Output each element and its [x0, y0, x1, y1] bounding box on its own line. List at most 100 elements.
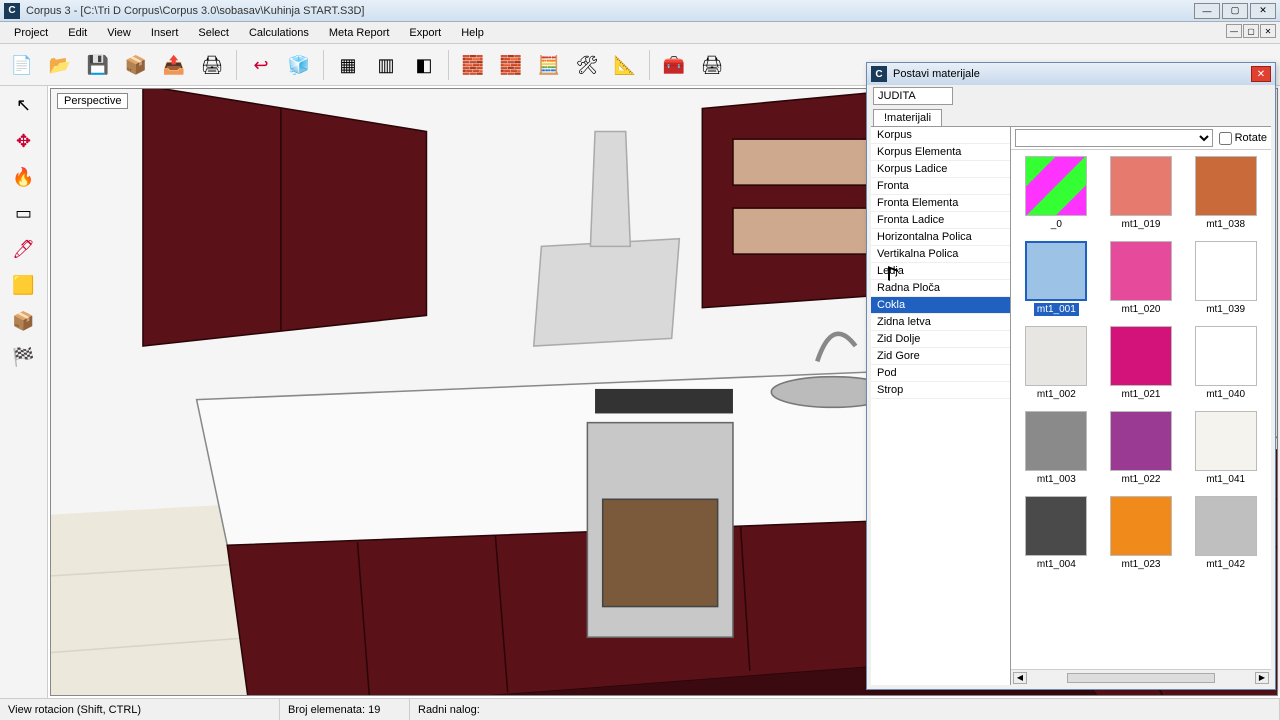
toolbar-view1-icon[interactable]: ▦: [332, 49, 364, 81]
material-filter-select[interactable]: [1015, 129, 1213, 147]
viewport-label[interactable]: Perspective: [57, 93, 128, 109]
tab-materials[interactable]: !materijali: [873, 109, 942, 126]
swatch-label: mt1_040: [1203, 388, 1248, 401]
toolbar-box2-icon[interactable]: 📤: [158, 49, 190, 81]
menu-help[interactable]: Help: [453, 24, 492, 42]
category-item[interactable]: Fronta Elementa: [871, 195, 1010, 212]
move-tool-icon[interactable]: ✥: [9, 126, 39, 156]
flag-tool-icon[interactable]: 🏁: [9, 342, 39, 372]
scroll-left-icon[interactable]: ◀: [1013, 672, 1027, 684]
toolbar-view3-icon[interactable]: ◧: [408, 49, 440, 81]
menu-export[interactable]: Export: [401, 24, 449, 42]
close-button[interactable]: ✕: [1250, 3, 1276, 19]
status-order: Radni nalog:: [410, 699, 1280, 720]
category-item[interactable]: Zid Dolje: [871, 331, 1010, 348]
menu-view[interactable]: View: [99, 24, 139, 42]
material-swatch[interactable]: mt1_039: [1186, 241, 1265, 316]
material-grid-scroll[interactable]: _0mt1_019mt1_038mt1_001mt1_020mt1_039mt1…: [1011, 150, 1271, 669]
doc-minimize-button[interactable]: —: [1226, 24, 1242, 38]
material-swatch[interactable]: mt1_004: [1017, 496, 1096, 571]
category-item[interactable]: Ledja: [871, 263, 1010, 280]
category-item[interactable]: Korpus Ladice: [871, 161, 1010, 178]
swatch-label: mt1_019: [1119, 218, 1164, 231]
material-swatch[interactable]: mt1_003: [1017, 411, 1096, 486]
category-item[interactable]: Horizontalna Polica: [871, 229, 1010, 246]
material-swatch[interactable]: mt1_038: [1186, 156, 1265, 231]
material-swatch[interactable]: mt1_023: [1102, 496, 1181, 571]
menu-meta-report[interactable]: Meta Report: [321, 24, 398, 42]
stove-tool-icon[interactable]: 🔥: [9, 162, 39, 192]
category-item[interactable]: Cokla: [871, 297, 1010, 314]
material-swatch[interactable]: mt1_022: [1102, 411, 1181, 486]
swatch-color: [1025, 411, 1087, 471]
category-item[interactable]: Korpus Elementa: [871, 144, 1010, 161]
menu-calculations[interactable]: Calculations: [241, 24, 317, 42]
menu-insert[interactable]: Insert: [143, 24, 187, 42]
category-item[interactable]: Zid Gore: [871, 348, 1010, 365]
scroll-right-icon[interactable]: ▶: [1255, 672, 1269, 684]
window-titlebar: C Corpus 3 - [C:\Tri D Corpus\Corpus 3.0…: [0, 0, 1280, 22]
category-item[interactable]: Fronta: [871, 178, 1010, 195]
swatch-label: mt1_004: [1034, 558, 1079, 571]
swatch-color: [1110, 496, 1172, 556]
swatch-label: mt1_042: [1203, 558, 1248, 571]
swatch-label: mt1_001: [1034, 303, 1079, 316]
panel-titlebar[interactable]: C Postavi materijale ✕: [867, 63, 1275, 85]
category-item[interactable]: Vertikalna Polica: [871, 246, 1010, 263]
materials-panel: C Postavi materijale ✕ !materijali Korpu…: [866, 62, 1276, 690]
menu-select[interactable]: Select: [190, 24, 237, 42]
toolbar-tool1-icon[interactable]: 🛠: [571, 49, 603, 81]
category-item[interactable]: Strop: [871, 382, 1010, 399]
doc-close-button[interactable]: ✕: [1260, 24, 1276, 38]
doc-restore-button[interactable]: ▢: [1243, 24, 1259, 38]
panel-close-button[interactable]: ✕: [1251, 66, 1271, 82]
toolbar-open-icon[interactable]: 📂: [44, 49, 76, 81]
toolbar-box1-icon[interactable]: 📦: [120, 49, 152, 81]
toolbar-save-icon[interactable]: 💾: [82, 49, 114, 81]
material-swatch[interactable]: mt1_002: [1017, 326, 1096, 401]
toolbar-calc-icon[interactable]: 🧮: [533, 49, 565, 81]
toolbar-cube-icon[interactable]: 🧊: [283, 49, 315, 81]
toolbar-separator: [236, 50, 237, 80]
menu-edit[interactable]: Edit: [60, 24, 95, 42]
minimize-button[interactable]: —: [1194, 3, 1220, 19]
toolbar-toolbox-icon[interactable]: 🧰: [658, 49, 690, 81]
scroll-thumb[interactable]: [1067, 673, 1215, 683]
toolbar-print-icon[interactable]: 🖨: [196, 49, 228, 81]
maximize-button[interactable]: ▢: [1222, 3, 1248, 19]
pen-tool-icon[interactable]: 🖊: [9, 234, 39, 264]
menu-project[interactable]: Project: [6, 24, 56, 42]
material-swatch[interactable]: mt1_021: [1102, 326, 1181, 401]
rotate-checkbox-label[interactable]: Rotate: [1219, 132, 1267, 145]
rect-tool-icon[interactable]: ▭: [9, 198, 39, 228]
category-item[interactable]: Pod: [871, 365, 1010, 382]
swatch-color: [1110, 156, 1172, 216]
material-swatch[interactable]: mt1_040: [1186, 326, 1265, 401]
toolbar-wall1-icon[interactable]: 🧱: [457, 49, 489, 81]
material-tool-icon[interactable]: 🟨: [9, 270, 39, 300]
toolbar-separator: [649, 50, 650, 80]
material-swatch[interactable]: mt1_019: [1102, 156, 1181, 231]
toolbar-print2-icon[interactable]: 🖨: [696, 49, 728, 81]
toolbar-measure-icon[interactable]: 📐: [609, 49, 641, 81]
category-item[interactable]: Fronta Ladice: [871, 212, 1010, 229]
material-swatch[interactable]: mt1_041: [1186, 411, 1265, 486]
rotate-checkbox[interactable]: [1219, 132, 1232, 145]
category-list[interactable]: KorpusKorpus ElementaKorpus LadiceFronta…: [871, 127, 1011, 685]
material-swatch[interactable]: _0: [1017, 156, 1096, 231]
select-tool-icon[interactable]: ↖: [9, 90, 39, 120]
toolbar-view2-icon[interactable]: ▥: [370, 49, 402, 81]
swatch-label: _0: [1048, 218, 1065, 231]
panel-name-input[interactable]: [873, 87, 953, 105]
category-item[interactable]: Zidna letva: [871, 314, 1010, 331]
material-swatch[interactable]: mt1_042: [1186, 496, 1265, 571]
toolbar-new-icon[interactable]: 📄: [6, 49, 38, 81]
material-hscrollbar[interactable]: ◀ ▶: [1011, 669, 1271, 685]
toolbar-wall2-icon[interactable]: 🧱: [495, 49, 527, 81]
toolbar-undo-icon[interactable]: ↩: [245, 49, 277, 81]
category-item[interactable]: Radna Ploča: [871, 280, 1010, 297]
box-tool-icon[interactable]: 📦: [9, 306, 39, 336]
material-swatch[interactable]: mt1_020: [1102, 241, 1181, 316]
material-swatch[interactable]: mt1_001: [1017, 241, 1096, 316]
category-item[interactable]: Korpus: [871, 127, 1010, 144]
